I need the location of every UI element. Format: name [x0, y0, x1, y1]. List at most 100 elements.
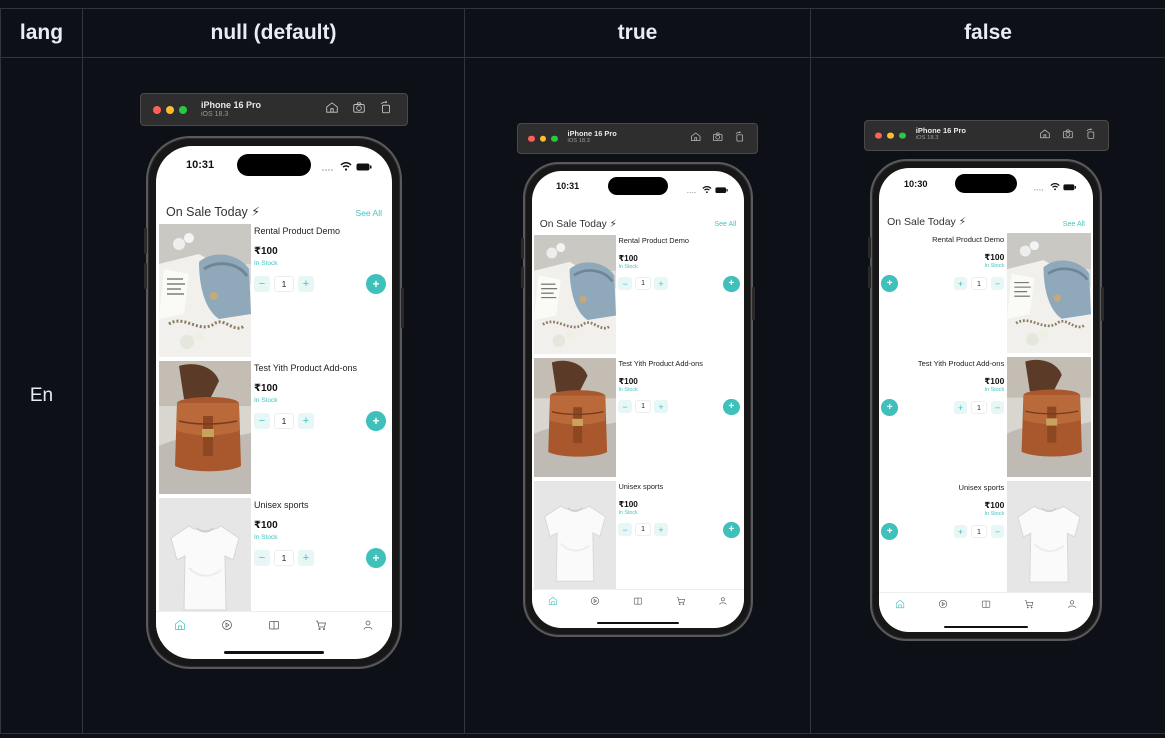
add-to-cart-button[interactable]: +	[881, 275, 899, 293]
play-icon	[590, 593, 600, 610]
product-image[interactable]	[1006, 233, 1091, 354]
product-price: ₹100	[984, 499, 1005, 510]
zoom-button[interactable]	[179, 105, 187, 114]
product-card[interactable]: Test Yith Product Add-ons ₹100 In Stock −1 +…	[156, 361, 392, 494]
decrement-button[interactable]: −	[990, 276, 1005, 291]
product-name[interactable]: Rental Product Demo	[618, 236, 689, 245]
home-indicator[interactable]	[943, 625, 1028, 629]
add-to-cart-button[interactable]: +	[366, 274, 386, 294]
decrement-button[interactable]: −	[254, 413, 270, 429]
home-indicator[interactable]	[224, 651, 324, 654]
add-to-cart-button[interactable]: +	[881, 399, 899, 417]
product-image[interactable]	[534, 234, 616, 354]
add-to-cart-button[interactable]: +	[366, 411, 386, 431]
product-card[interactable]: Rental Product Demo ₹100 In Stock +1− +	[879, 233, 1094, 354]
tab-home[interactable]	[895, 596, 905, 614]
product-image[interactable]	[1006, 357, 1091, 478]
decrement-button[interactable]: −	[254, 550, 270, 566]
rotate-icon[interactable]	[1085, 127, 1097, 145]
increment-button[interactable]: +	[654, 523, 668, 537]
product-image[interactable]	[534, 357, 616, 477]
product-name[interactable]: Unisex sports	[254, 500, 309, 510]
product-card[interactable]: Unisex sports ₹100 In Stock −1 + +	[532, 480, 745, 600]
decrement-button[interactable]: −	[618, 400, 632, 414]
product-name[interactable]: Rental Product Demo	[254, 226, 340, 236]
minimize-button[interactable]	[539, 135, 547, 142]
increment-button[interactable]: +	[953, 524, 968, 539]
minimize-button[interactable]	[166, 105, 174, 114]
product-card[interactable]: Test Yith Product Add-ons ₹100 In Stock −1 +…	[532, 357, 745, 477]
product-card[interactable]: Test Yith Product Add-ons ₹100 In Stock +1−…	[879, 357, 1094, 478]
product-image[interactable]	[534, 480, 616, 600]
tab-user[interactable]	[1067, 596, 1077, 614]
product-card[interactable]: Unisex sports ₹100 In Stock +1− +	[879, 481, 1094, 602]
zoom-button[interactable]	[898, 132, 906, 139]
decrement-button[interactable]: −	[990, 400, 1005, 415]
tab-play[interactable]	[221, 618, 233, 636]
product-name[interactable]: Test Yith Product Add-ons	[254, 363, 357, 373]
row-label-en: En	[0, 57, 83, 734]
quantity-value: 1	[634, 523, 652, 537]
add-to-cart-button[interactable]: +	[723, 398, 740, 415]
product-name[interactable]: Test Yith Product Add-ons	[618, 359, 702, 368]
home-indicator[interactable]	[596, 621, 679, 625]
home-button-icon[interactable]	[1039, 127, 1051, 145]
product-name[interactable]: Unisex sports	[618, 482, 663, 491]
tab-home[interactable]	[548, 593, 558, 611]
screenshot-icon[interactable]	[352, 100, 366, 119]
volume-button	[868, 236, 871, 259]
product-image[interactable]	[159, 224, 251, 357]
tab-cart[interactable]	[1024, 596, 1034, 614]
cell-true: iPhone 16 Pro iOS 18.3 10:31 On Sale Today …	[464, 57, 811, 734]
rotate-icon[interactable]	[379, 100, 393, 119]
home-button-icon[interactable]	[325, 100, 339, 119]
increment-button[interactable]: +	[298, 550, 314, 566]
increment-button[interactable]: +	[298, 413, 314, 429]
screenshot-icon[interactable]	[712, 130, 723, 148]
tab-book[interactable]	[268, 618, 280, 636]
tab-home[interactable]	[174, 618, 186, 636]
decrement-button[interactable]: −	[254, 276, 270, 292]
add-to-cart-button[interactable]: +	[881, 523, 899, 541]
close-button[interactable]	[153, 105, 161, 114]
add-to-cart-button[interactable]: +	[723, 275, 740, 292]
tab-play[interactable]	[590, 593, 600, 611]
quantity-value: 1	[970, 524, 988, 539]
zoom-button[interactable]	[551, 135, 558, 142]
tab-book[interactable]	[633, 593, 643, 611]
stock-status: In Stock	[984, 511, 1005, 518]
tab-play[interactable]	[938, 596, 948, 614]
product-name[interactable]: Unisex sports	[959, 483, 1005, 492]
close-button[interactable]	[875, 132, 883, 139]
screenshot-icon[interactable]	[1062, 127, 1074, 145]
decrement-button[interactable]: −	[618, 277, 632, 291]
tab-cart[interactable]	[315, 618, 327, 636]
minimize-button[interactable]	[887, 132, 894, 139]
increment-button[interactable]: +	[654, 277, 668, 291]
tab-cart[interactable]	[676, 593, 686, 611]
increment-button[interactable]: +	[953, 276, 968, 291]
header-lang: lang	[0, 8, 83, 58]
home-button-icon[interactable]	[690, 130, 701, 148]
quantity-value: 1	[634, 277, 652, 291]
device-name: iPhone 16 Pro	[201, 100, 262, 110]
tab-user[interactable]	[362, 618, 374, 636]
product-name[interactable]: Test Yith Product Add-ons	[918, 359, 1004, 368]
rotate-icon[interactable]	[734, 130, 745, 148]
product-image[interactable]	[159, 361, 251, 494]
product-card[interactable]: Rental Product Demo ₹100 In Stock −1 + +	[156, 224, 392, 357]
tab-user[interactable]	[718, 593, 728, 611]
phone-frame: 10:31 On Sale Today ⚡ See All Rental Produ…	[144, 136, 404, 669]
add-to-cart-button[interactable]: +	[366, 548, 386, 568]
product-image[interactable]	[1006, 481, 1091, 602]
decrement-button[interactable]: −	[990, 524, 1005, 539]
product-name[interactable]: Rental Product Demo	[932, 235, 1004, 244]
product-card[interactable]: Rental Product Demo ₹100 In Stock −1 + +	[532, 234, 745, 354]
decrement-button[interactable]: −	[618, 523, 632, 537]
increment-button[interactable]: +	[654, 400, 668, 414]
increment-button[interactable]: +	[298, 276, 314, 292]
tab-book[interactable]	[981, 596, 991, 614]
close-button[interactable]	[528, 135, 535, 142]
add-to-cart-button[interactable]: +	[723, 521, 740, 538]
increment-button[interactable]: +	[953, 400, 968, 415]
